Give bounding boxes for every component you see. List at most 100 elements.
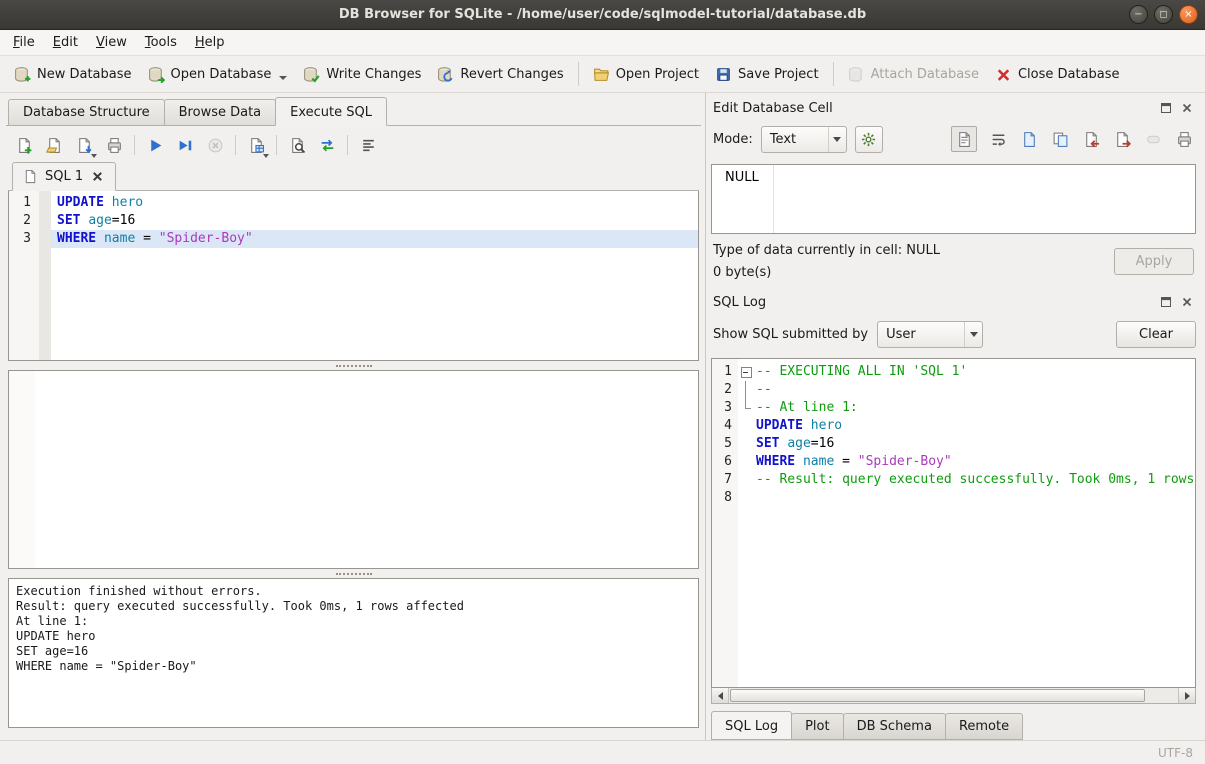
scroll-right-arrow[interactable] [1178,688,1195,703]
auto-format-button[interactable] [354,132,382,159]
word-wrap-icon [990,131,1007,148]
export-cell-data-button[interactable] [1112,128,1132,150]
close-database-button[interactable]: Close Database [987,61,1128,88]
fold-margin [738,453,754,471]
revert-changes-button[interactable]: Revert Changes [429,61,571,88]
text-view-icon [956,131,973,148]
open-sql-file-button[interactable] [40,132,68,159]
log-filter-select[interactable]: User [877,321,983,348]
cell-editor[interactable]: NULL [711,164,1196,234]
save-project-button[interactable]: Save Project [707,61,827,88]
close-button[interactable]: × [1179,5,1198,24]
log-filter-label: Show SQL submitted by [713,327,868,342]
tab-database-structure[interactable]: Database Structure [8,99,165,125]
message-line: Execution finished without errors. [16,584,691,599]
word-wrap-button[interactable] [988,128,1008,150]
code-line-2: 2SET age=16 [9,212,698,230]
dock-tab-remote[interactable]: Remote [945,713,1023,740]
tab-execute-sql[interactable]: Execute SQL [275,97,387,126]
close-tab-icon[interactable] [89,168,106,185]
mode-select[interactable]: Text [761,126,847,153]
toolbar-separator [833,62,834,86]
write-changes-button[interactable]: Write Changes [295,61,429,88]
stop-execution-button [201,132,229,159]
execute-sql-pane: SQL 1 1UPDATE hero2SET age=163WHERE name… [6,126,701,728]
code-text [754,489,1195,507]
open-cell-data-button[interactable] [1019,128,1039,150]
code-line-4: 4UPDATE hero [712,417,1195,435]
menu-help[interactable]: Help [186,31,234,54]
export-results-button[interactable] [242,132,270,159]
scroll-left-arrow[interactable] [712,688,729,703]
splitter-results-messages[interactable] [8,569,699,578]
menu-view[interactable]: View [87,31,136,54]
auto-mode-gear-icon [860,131,877,148]
scrollbar-thumb[interactable] [730,689,1145,702]
maximize-button[interactable]: ◻ [1154,5,1173,24]
find-replace-button[interactable] [313,132,341,159]
open-sql-tab-button[interactable] [10,132,38,159]
cell-type-info: Type of data currently in cell: NULL [713,243,940,258]
text-view-button[interactable] [951,126,977,152]
dock-tab-plot[interactable]: Plot [791,713,844,740]
open-database-button[interactable]: Open Database [140,61,296,88]
attach-database-icon [848,66,865,83]
sql-file-icon [22,168,39,185]
menu-file[interactable]: File [4,31,44,54]
dropdown-caret-icon [279,76,287,80]
save-sql-file-icon [76,137,93,154]
edit-cell-header: Edit Database Cell [711,96,1196,120]
auto-mode-gear-button[interactable] [855,126,883,153]
find-in-sql-button[interactable] [283,132,311,159]
sql-tab[interactable]: SQL 1 [12,162,116,191]
clear-button[interactable]: Clear [1116,321,1196,348]
copy-cell-data-button[interactable] [1050,128,1070,150]
window-title: DB Browser for SQLite - /home/user/code/… [0,7,1205,22]
close-icon[interactable] [1180,295,1194,309]
fold-marker-icon[interactable] [738,363,754,381]
menu-edit[interactable]: Edit [44,31,87,54]
export-results-icon [248,137,265,154]
print-cell-button[interactable] [1174,128,1194,150]
set-null-button [1143,128,1163,150]
open-project-button[interactable]: Open Project [585,61,707,88]
tab-browse-data[interactable]: Browse Data [164,99,277,125]
import-cell-data-icon [1083,131,1100,148]
line-number: 6 [712,453,738,471]
message-line: WHERE name = "Spider-Boy" [16,659,691,674]
revert-changes-icon [437,66,454,83]
sql-editor[interactable]: 1UPDATE hero2SET age=163WHERE name = "Sp… [8,191,699,361]
execute-current-line-button[interactable] [171,132,199,159]
log-filter-value: User [878,327,964,342]
open-sql-tab-icon [16,137,33,154]
execute-all-button[interactable] [141,132,169,159]
fold-margin [738,435,754,453]
new-database-button[interactable]: New Database [6,61,140,88]
close-icon[interactable] [1180,101,1194,115]
titlebar[interactable]: DB Browser for SQLite - /home/user/code/… [0,0,1205,30]
menu-tools[interactable]: Tools [136,31,186,54]
float-icon[interactable] [1159,101,1173,115]
line-number: 5 [712,435,738,453]
print-sql-button[interactable] [100,132,128,159]
float-icon[interactable] [1159,295,1173,309]
fold-margin [39,194,51,212]
open-database-icon [148,66,165,83]
fold-margin [39,212,51,230]
toolbar-button-label: Open Database [171,67,272,82]
code-line-1: 1-- EXECUTING ALL IN 'SQL 1' [712,363,1195,381]
sql-log-header: SQL Log [711,290,1196,314]
dock-tab-db-schema[interactable]: DB Schema [843,713,946,740]
import-cell-data-button[interactable] [1081,128,1101,150]
scrollbar-track[interactable] [1146,688,1178,703]
toolbar-separator [347,135,348,155]
code-text: -- [754,381,1195,399]
save-sql-file-button[interactable] [70,132,98,159]
fold-marker-icon [738,399,754,417]
open-project-icon [593,66,610,83]
fold-margin [738,417,754,435]
log-hscrollbar[interactable] [711,688,1196,704]
dock-tab-sql-log[interactable]: SQL Log [711,711,792,740]
minimize-button[interactable]: − [1129,5,1148,24]
splitter-editor-results[interactable] [8,361,699,370]
